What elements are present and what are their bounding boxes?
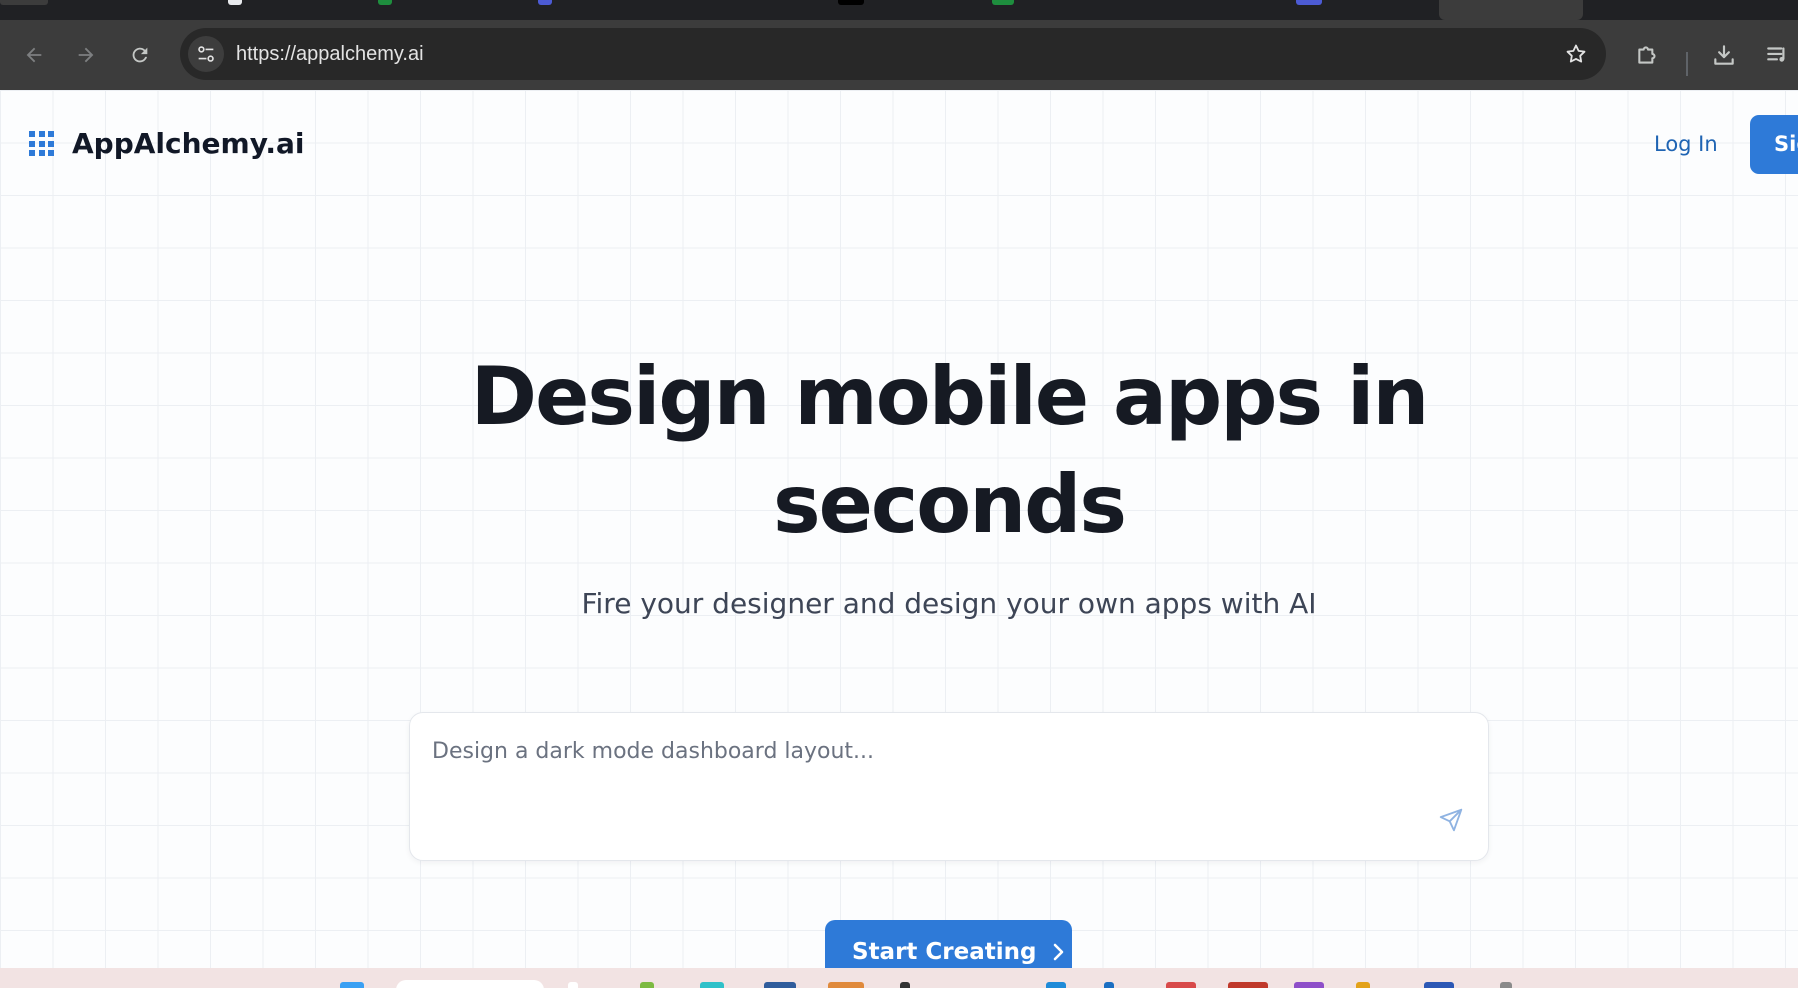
queue-music-icon [1767, 47, 1785, 62]
tab-favicon-sliver[interactable] [838, 0, 864, 5]
login-link[interactable]: Log In [1654, 126, 1718, 162]
reload-button[interactable] [120, 20, 160, 90]
taskbar-app-icon[interactable] [568, 982, 578, 988]
hero-title-line-2: seconds [772, 458, 1127, 551]
taskbar-app-icon[interactable] [640, 982, 654, 988]
tab-favicon-sliver[interactable] [992, 0, 1014, 5]
star-icon [1566, 44, 1586, 63]
taskbar-app-icon[interactable] [1500, 982, 1512, 988]
tab-favicon-sliver[interactable] [1296, 0, 1322, 5]
app-grid-icon[interactable] [29, 131, 54, 156]
start-creating-button[interactable]: Start Creating [825, 920, 1072, 968]
download-icon [1714, 45, 1734, 65]
prompt-container[interactable] [409, 712, 1489, 861]
hero-title-line-1: Design mobile apps in [470, 350, 1430, 443]
taskbar-app-icon[interactable] [1228, 982, 1268, 988]
taskbar-app-icon[interactable] [700, 982, 724, 988]
taskbar-search[interactable] [396, 980, 544, 988]
tab-favicon-sliver[interactable] [378, 0, 392, 5]
taskbar-app-icon[interactable] [764, 982, 796, 988]
send-button[interactable] [1433, 802, 1469, 838]
taskbar-app-icon[interactable] [828, 982, 864, 988]
address-bar[interactable]: https://appalchemy.ai [180, 28, 1606, 80]
site-header: AppAlchemy.ai Log In Sig [0, 90, 1798, 198]
os-taskbar [0, 968, 1798, 988]
reload-icon [132, 47, 148, 63]
taskbar-app-icon[interactable] [1424, 982, 1454, 988]
url-text[interactable]: https://appalchemy.ai [236, 28, 424, 80]
prompt-input[interactable] [432, 731, 1452, 771]
taskbar-app-icon[interactable] [1046, 982, 1066, 988]
start-icon[interactable] [340, 982, 364, 988]
chevron-right-icon [1050, 942, 1068, 962]
downloads-button[interactable] [1706, 37, 1742, 73]
taskbar-app-icon[interactable] [1356, 982, 1370, 988]
hero-title: Design mobile apps in seconds [399, 343, 1499, 559]
brand-logo-text[interactable]: AppAlchemy.ai [72, 122, 305, 166]
taskbar-app-icon[interactable] [1294, 982, 1324, 988]
tab-edge[interactable] [0, 0, 48, 5]
puzzle-icon [1638, 46, 1656, 64]
reading-list-button[interactable] [1760, 37, 1796, 73]
bookmark-button[interactable] [1560, 38, 1592, 70]
active-tab[interactable] [1439, 0, 1583, 20]
browser-toolbar: https://appalchemy.ai [0, 20, 1798, 90]
taskbar-app-icon[interactable] [900, 982, 910, 988]
start-creating-label: Start Creating [852, 939, 1037, 965]
extensions-button[interactable] [1630, 37, 1666, 73]
toolbar-separator [1686, 52, 1688, 76]
hero-subtitle: Fire your designer and design your own a… [581, 587, 1317, 620]
signup-button[interactable]: Sig [1750, 115, 1798, 174]
arrow-left-icon [26, 47, 42, 63]
page-viewport: AppAlchemy.ai Log In Sig Design mobile a… [0, 90, 1798, 968]
back-button[interactable] [14, 20, 54, 90]
arrow-right-icon [78, 47, 94, 63]
taskbar-app-icon[interactable] [1104, 982, 1114, 988]
tune-icon [198, 46, 214, 62]
site-info-button[interactable] [188, 36, 224, 72]
tab-favicon-sliver[interactable] [228, 0, 242, 5]
tab-favicon-sliver[interactable] [538, 0, 552, 5]
taskbar-app-icon[interactable] [1166, 982, 1196, 988]
browser-tab-strip [0, 0, 1798, 20]
forward-button[interactable] [66, 20, 106, 90]
send-icon [1439, 808, 1463, 832]
